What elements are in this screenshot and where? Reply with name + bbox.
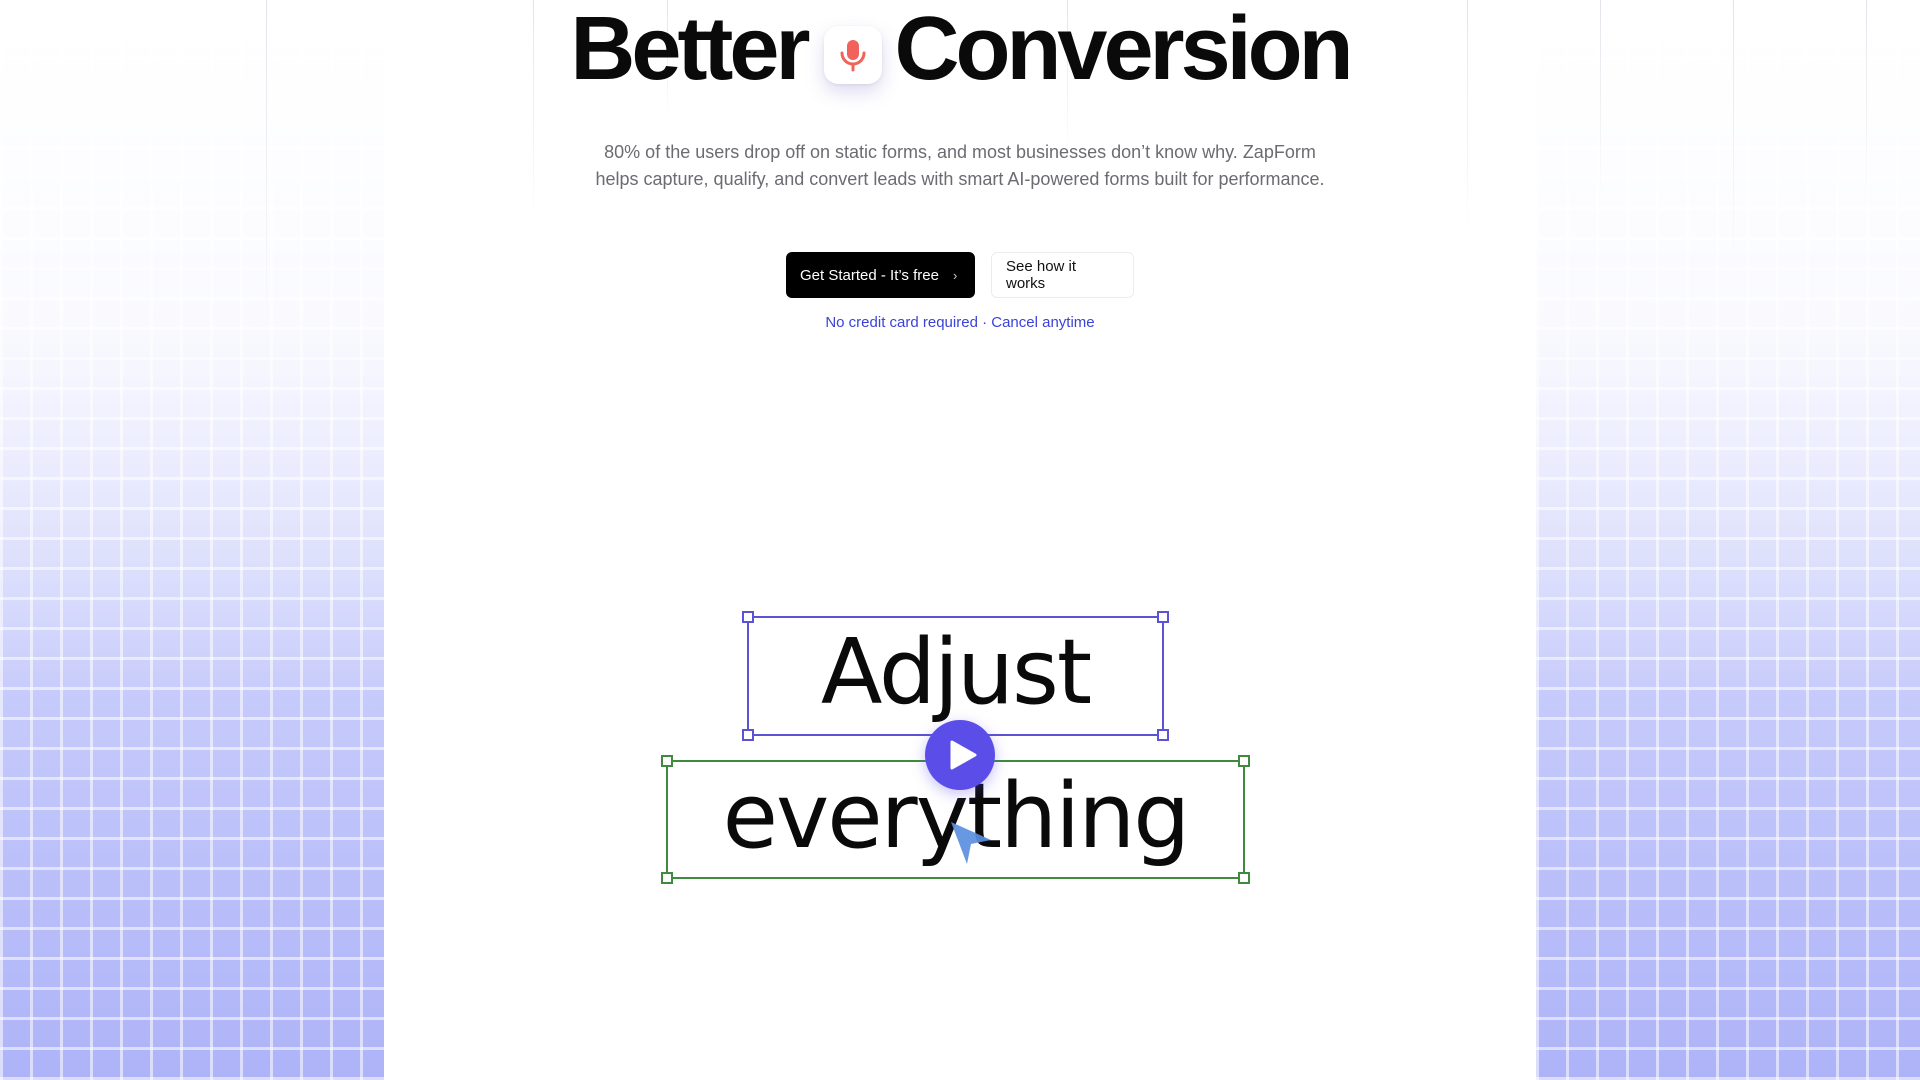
resize-handle[interactable] xyxy=(1157,611,1169,623)
hero-title-right: Conversion xyxy=(894,0,1353,100)
get-started-label: Get Started - It’s free xyxy=(800,266,939,284)
demo-word-adjust: Adjust xyxy=(820,620,1092,725)
cta-row: Get Started - It’s free › See how it wor… xyxy=(0,252,1920,298)
play-video-button[interactable] xyxy=(925,720,995,790)
hero-title: Better Conversion xyxy=(0,0,1920,104)
hero-title-left: Better xyxy=(570,0,810,100)
resize-handle[interactable] xyxy=(1238,755,1250,767)
chevron-right-icon: › xyxy=(952,267,958,283)
resize-handle[interactable] xyxy=(1157,729,1169,741)
right-grid-background xyxy=(1536,0,1920,1080)
landing-page: Better Conversion 80% of the users drop … xyxy=(0,0,1920,1080)
cursor-arrow-icon xyxy=(951,822,991,864)
adjust-selection-box[interactable]: Adjust xyxy=(742,611,1169,741)
microphone-icon xyxy=(824,26,883,85)
resize-handle[interactable] xyxy=(742,611,754,623)
resize-handle[interactable] xyxy=(1238,872,1250,884)
hero-subtitle: 80% of the users drop off on static form… xyxy=(595,142,1325,189)
play-icon xyxy=(950,740,977,770)
see-how-it-works-button[interactable]: See how it works xyxy=(991,252,1134,298)
resize-handle[interactable] xyxy=(661,872,673,884)
no-credit-card-note: No credit card required · Cancel anytime xyxy=(825,314,1095,331)
left-grid-background xyxy=(0,0,384,1080)
get-started-button[interactable]: Get Started - It’s free › xyxy=(786,252,975,298)
resize-handle[interactable] xyxy=(661,755,673,767)
resize-handle[interactable] xyxy=(742,729,754,741)
